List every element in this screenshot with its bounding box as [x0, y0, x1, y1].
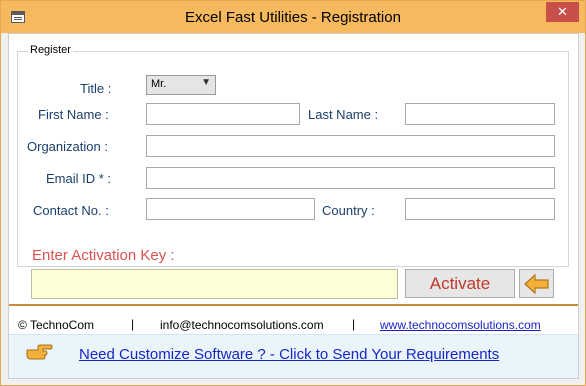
- first-name-field[interactable]: [146, 103, 300, 125]
- activation-key-field[interactable]: [31, 269, 398, 299]
- title-select-value: Mr.: [151, 78, 167, 90]
- footer-separator: |: [131, 317, 135, 331]
- organization-field[interactable]: [146, 135, 555, 157]
- contact-field[interactable]: [146, 198, 315, 220]
- registration-window: Excel Fast Utilities - Registration ✕ Re…: [0, 0, 586, 386]
- dialog-body: Register Title : Mr. ▼ First Name : Last…: [8, 33, 579, 379]
- activate-button[interactable]: Activate: [405, 269, 515, 298]
- register-group-legend: Register: [28, 44, 73, 56]
- country-field[interactable]: [405, 198, 555, 220]
- contact-label: Contact No. :: [33, 203, 109, 218]
- last-name-label: Last Name :: [308, 107, 379, 122]
- back-button[interactable]: [519, 269, 554, 298]
- pointing-hand-icon: [26, 344, 53, 360]
- footer-bar: © TechnoCom | info@technocomsolutions.co…: [9, 304, 578, 334]
- window-title: Excel Fast Utilities - Registration: [185, 9, 401, 26]
- last-name-field[interactable]: [405, 103, 555, 125]
- close-button[interactable]: ✕: [546, 2, 579, 22]
- footer-email: info@technocomsolutions.com: [160, 318, 324, 332]
- email-label: Email ID * :: [46, 171, 112, 186]
- organization-label: Organization :: [27, 139, 108, 154]
- register-group: Register Title : Mr. ▼ First Name : Last…: [17, 44, 569, 267]
- title-bar[interactable]: Excel Fast Utilities - Registration ✕: [1, 1, 585, 33]
- back-arrow-icon: [524, 273, 549, 295]
- copyright-text: © TechnoCom: [18, 318, 94, 332]
- first-name-label: First Name :: [38, 107, 109, 122]
- close-icon: ✕: [557, 4, 568, 19]
- website-link[interactable]: www.technocomsolutions.com: [380, 318, 541, 332]
- customize-software-link[interactable]: Need Customize Software ? - Click to Sen…: [79, 346, 499, 363]
- email-field[interactable]: [146, 167, 555, 189]
- chevron-down-icon: ▼: [201, 77, 211, 88]
- customize-bar: Need Customize Software ? - Click to Sen…: [9, 334, 578, 378]
- activation-key-label: Enter Activation Key :: [32, 247, 175, 264]
- title-label: Title :: [80, 81, 112, 96]
- title-select[interactable]: Mr. ▼: [146, 75, 216, 95]
- country-label: Country :: [322, 203, 375, 218]
- footer-separator: |: [352, 317, 356, 331]
